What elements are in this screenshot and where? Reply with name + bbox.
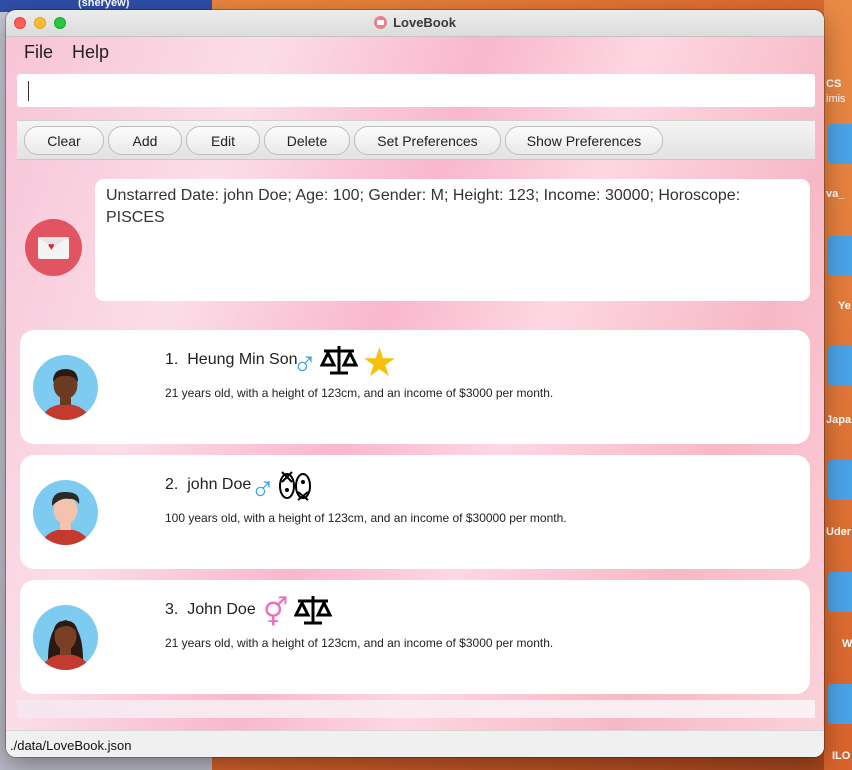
date-index: 2. — [165, 476, 179, 493]
date-icons: ♂ ★ — [292, 343, 398, 383]
date-name-text: Heung Min Son — [187, 351, 298, 368]
desktop-label: va_ — [826, 188, 845, 200]
envelope-icon: ♥ — [38, 237, 69, 259]
date-card[interactable]: 3. John Doe ⚥ 21 years old, with a heigh… — [20, 580, 810, 694]
desktop-user-label: (sheryew) — [78, 0, 130, 9]
date-name: 3. John Doe — [165, 601, 256, 619]
date-icons: ⚥ — [263, 593, 333, 632]
lovebook-window: LoveBook File Help Clear Add Edit Delete… — [6, 10, 824, 757]
desktop-folder-icon[interactable] — [828, 236, 852, 276]
app-icon — [374, 16, 388, 29]
desktop-label: Uder — [826, 526, 852, 538]
title-bar[interactable]: LoveBook — [6, 10, 824, 37]
window-title-text: LoveBook — [393, 15, 456, 30]
date-name-text: John Doe — [187, 601, 256, 618]
heart-icon: ♥ — [48, 241, 55, 253]
female-icon: ⚥ — [263, 596, 289, 628]
add-button[interactable]: Add — [108, 126, 182, 155]
toolbar: Clear Add Edit Delete Set Preferences Sh… — [17, 120, 815, 160]
delete-button[interactable]: Delete — [264, 126, 350, 155]
status-bar: ./data/LoveBook.json — [6, 730, 824, 757]
desktop-folder-icon[interactable] — [828, 346, 852, 386]
date-index: 1. — [165, 351, 179, 368]
desktop-label: imis — [826, 93, 846, 105]
date-index: 3. — [165, 601, 179, 618]
date-card[interactable]: 1. Heung Min Son ♂ ★ 21 years old, with … — [20, 330, 810, 444]
avatar — [33, 355, 98, 420]
avatar — [33, 480, 98, 545]
avatar — [33, 605, 98, 670]
date-description: 100 years old, with a height of 123cm, a… — [165, 511, 567, 525]
command-input[interactable] — [17, 74, 815, 107]
desktop-folder-icon[interactable] — [828, 460, 852, 500]
window-title: LoveBook — [6, 15, 824, 30]
desktop-label: Ye — [838, 300, 851, 312]
libra-icon — [293, 593, 333, 632]
horizontal-scrollbar[interactable] — [17, 700, 815, 718]
male-icon: ♂ — [292, 343, 318, 382]
star-icon[interactable]: ★ — [362, 343, 398, 383]
desktop-label: CS — [826, 78, 842, 90]
clear-button[interactable]: Clear — [24, 126, 104, 155]
date-name-text: john Doe — [187, 476, 252, 493]
date-name: 2. john Doe — [165, 476, 251, 494]
result-display: Unstarred Date: john Doe; Age: 100; Gend… — [95, 179, 810, 301]
edit-button[interactable]: Edit — [186, 126, 260, 155]
date-description: 21 years old, with a height of 123cm, an… — [165, 386, 554, 400]
avatar-shirt — [41, 404, 90, 420]
date-name: 1. Heung Min Son — [165, 351, 298, 369]
result-panel: ♥ Unstarred Date: john Doe; Age: 100; Ge… — [6, 168, 824, 316]
menu-file[interactable]: File — [24, 42, 53, 63]
show-preferences-button[interactable]: Show Preferences — [505, 126, 663, 155]
libra-icon — [319, 343, 358, 382]
set-preferences-button[interactable]: Set Preferences — [354, 126, 501, 155]
date-card[interactable]: 2. john Doe ♂ 100 years old, with a heig… — [20, 455, 810, 569]
desktop-label: ILO — [832, 750, 851, 762]
male-icon: ♂ — [250, 468, 276, 507]
desktop-folder-icon[interactable] — [828, 124, 852, 164]
envelope-avatar: ♥ — [25, 219, 82, 276]
save-file-path: ./data/LoveBook.json — [10, 738, 132, 753]
date-icons: ♂ — [250, 468, 312, 507]
text-caret — [28, 81, 29, 101]
desktop-label: W — [842, 638, 852, 650]
desktop-folder-icon[interactable] — [828, 572, 852, 612]
menu-help[interactable]: Help — [72, 42, 109, 63]
pisces-icon — [278, 468, 312, 507]
desktop-label: Japa — [826, 414, 852, 426]
date-description: 21 years old, with a height of 123cm, an… — [165, 636, 554, 650]
desktop-folder-icon[interactable] — [828, 684, 852, 724]
